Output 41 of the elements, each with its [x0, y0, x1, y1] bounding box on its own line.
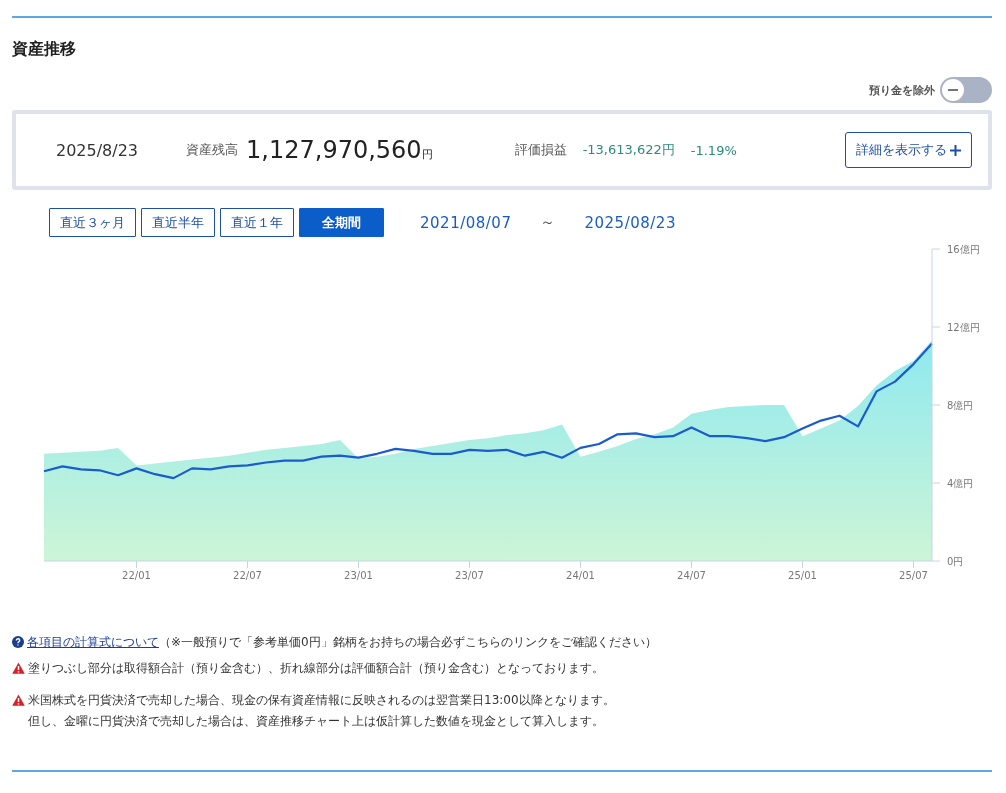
period-tab[interactable]: 直近１年 [220, 208, 294, 237]
warning-icon [12, 694, 25, 706]
plus-icon [950, 144, 961, 156]
warning-icon [12, 662, 25, 674]
toggle-label: 預り金を除外 [869, 82, 935, 98]
note-text: 塗りつぶし部分は取得額合計（預り金含む）、折れ線部分は評価額合計（預り金含む）となっております。 [28, 660, 604, 677]
x-tick-label: 25/01 [788, 570, 817, 581]
balance-amount: 1,127,970,560 [246, 136, 422, 164]
range-end: 2025/08/23 [584, 213, 676, 232]
y-tick-label: 0円 [947, 556, 964, 567]
note-text: 米国株式を円貨決済で売却した場合、現金の保有資産情報に反映されるのは翌営業日13:00以降となります。 [28, 692, 615, 709]
summary-date: 2025/8/23 [56, 140, 139, 160]
minus-icon [948, 89, 958, 91]
x-tick-label: 23/01 [344, 570, 373, 581]
y-tick-label: 4億円 [947, 478, 974, 489]
calculation-link[interactable]: 各項目の計算式について [27, 635, 159, 649]
balance-label: 資産残高 [186, 141, 239, 159]
section-title: 資産推移 [12, 39, 77, 60]
x-tick-label: 23/07 [455, 570, 484, 581]
detail-button[interactable]: 詳細を表示する [845, 132, 972, 168]
period-tab[interactable]: 直近半年 [141, 208, 215, 237]
range-start: 2021/08/07 [420, 213, 512, 232]
note-text: 但し、金曜に円貨決済で売却した場合は、資産推移チャート上は仮計算した数値を現金として算入します。 [28, 713, 605, 730]
pnl-amount: -13,613,622円 [582, 141, 675, 159]
y-tick-label: 16億円 [947, 244, 980, 255]
pnl-label: 評価損益 [514, 141, 567, 159]
period-tab[interactable]: 直近３ヶ月 [49, 208, 136, 237]
range-separator: ～ [540, 213, 556, 232]
toggle-switch[interactable] [940, 77, 992, 103]
x-tick-label: 24/07 [677, 570, 706, 581]
x-tick-label: 22/07 [233, 570, 262, 581]
pnl-percent: -1.19% [690, 142, 737, 158]
note-text: 各項目の計算式について（※一般預りで「参考単価0円」銘柄をお持ちの場合必ずこちらのリンクをご確認ください） [27, 634, 657, 651]
period-tab[interactable]: 全期間 [299, 208, 384, 237]
x-tick-label: 24/01 [566, 570, 595, 581]
x-tick-label: 22/01 [122, 570, 151, 581]
help-icon [12, 636, 24, 648]
y-tick-label: 8億円 [947, 400, 974, 411]
x-tick-label: 25/07 [899, 570, 928, 581]
balance-unit: 円 [421, 146, 433, 162]
y-tick-label: 12億円 [947, 322, 980, 333]
